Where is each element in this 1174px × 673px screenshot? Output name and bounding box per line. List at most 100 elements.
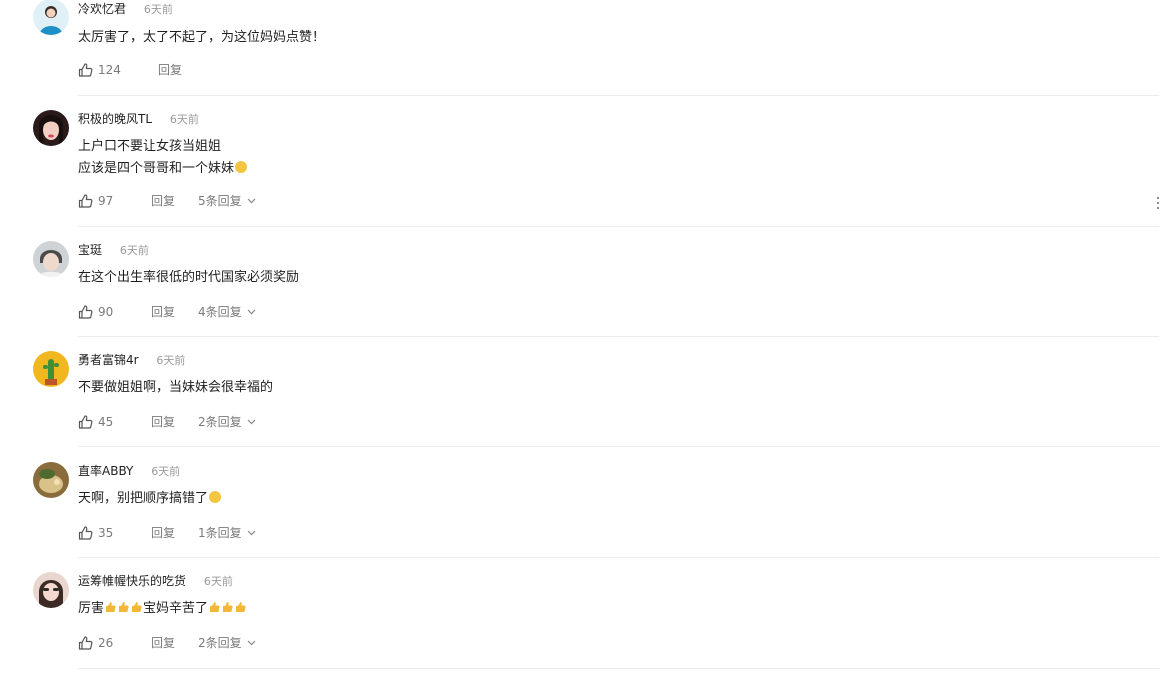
comment-header: 运筹帷幄快乐的吃货 6天前 bbox=[78, 573, 233, 590]
thumbs-up-emoji-icon bbox=[106, 602, 116, 612]
view-replies-button[interactable]: 4条回复 bbox=[198, 304, 256, 320]
like-button[interactable]: 124 bbox=[78, 62, 121, 78]
thumbs-up-icon bbox=[78, 63, 93, 77]
comment-text: 上户口不要让女孩当姐姐 应该是四个哥哥和一个妹妹 bbox=[78, 136, 248, 180]
username[interactable]: 运筹帷幄快乐的吃货 bbox=[78, 574, 186, 588]
comment-header: 冷欢忆君 6天前 bbox=[78, 1, 173, 18]
chevron-down-icon bbox=[247, 419, 256, 425]
like-count: 45 bbox=[98, 415, 114, 429]
like-count: 26 bbox=[98, 636, 114, 650]
timestamp: 6天前 bbox=[156, 354, 186, 367]
comment-line: 不要做姐姐啊，当妹妹会很幸福的 bbox=[78, 380, 274, 395]
reply-count: 2条回复 bbox=[198, 415, 242, 429]
view-replies-button[interactable]: 2条回复 bbox=[198, 635, 256, 651]
chevron-down-icon bbox=[247, 309, 256, 315]
comment-text: 在这个出生率很低的时代国家必须奖励 bbox=[78, 267, 299, 289]
thumbs-up-icon bbox=[78, 415, 93, 429]
timestamp: 6天前 bbox=[143, 3, 173, 16]
avatar-image bbox=[33, 0, 69, 35]
comment-header: 宝珽 6天前 bbox=[78, 242, 149, 259]
thumbs-up-icon bbox=[78, 526, 93, 540]
like-button[interactable]: 35 bbox=[78, 525, 113, 541]
smile-emoji-icon bbox=[209, 491, 222, 503]
dot bbox=[1157, 197, 1159, 199]
comment-header: 勇者富锦4r 6天前 bbox=[78, 352, 185, 369]
avatar[interactable] bbox=[33, 110, 69, 146]
comment-line-with-emoji: 天啊，别把顺序搞错了 bbox=[78, 488, 222, 510]
timestamp: 6天前 bbox=[151, 465, 181, 478]
divider bbox=[78, 557, 1159, 558]
more-vertical-icon[interactable] bbox=[1152, 196, 1164, 210]
reply-button[interactable]: 回复 bbox=[151, 193, 175, 209]
comment-line-with-emoji: 应该是四个哥哥和一个妹妹 bbox=[78, 158, 248, 180]
timestamp: 6天前 bbox=[119, 244, 149, 257]
thumbs-up-icon bbox=[78, 194, 93, 208]
username[interactable]: 勇者富锦4r bbox=[78, 353, 139, 367]
comment-line: 应该是四个哥哥和一个妹妹 bbox=[78, 161, 235, 176]
timestamp: 6天前 bbox=[169, 113, 199, 126]
comment-line: 天啊，别把顺序搞错了 bbox=[78, 491, 209, 506]
thumbs-up-emoji-icon bbox=[236, 602, 246, 612]
avatar[interactable] bbox=[33, 572, 69, 608]
avatar-image bbox=[33, 462, 69, 498]
chevron-down-icon bbox=[247, 198, 256, 204]
thumbs-up-emoji-icon bbox=[132, 602, 142, 612]
divider bbox=[78, 336, 1159, 337]
comment-header: 积极的晚风TL 6天前 bbox=[78, 111, 199, 128]
view-replies-button[interactable]: 1条回复 bbox=[198, 525, 256, 541]
divider bbox=[78, 446, 1159, 447]
comment-list: 冷欢忆君 6天前 太厉害了，太了不起了，为这位妈妈点赞！ 124 回复 积极的晚… bbox=[0, 0, 1174, 673]
like-count: 97 bbox=[98, 194, 114, 208]
divider bbox=[78, 95, 1159, 96]
avatar[interactable] bbox=[33, 351, 69, 387]
reply-button[interactable]: 回复 bbox=[151, 635, 175, 651]
timestamp: 6天前 bbox=[203, 575, 233, 588]
reply-button[interactable]: 回复 bbox=[158, 62, 182, 78]
divider bbox=[78, 226, 1159, 227]
smile-emoji-icon bbox=[235, 161, 248, 173]
dot bbox=[1157, 202, 1159, 204]
like-button[interactable]: 26 bbox=[78, 635, 113, 651]
reply-count: 1条回复 bbox=[198, 526, 242, 540]
divider bbox=[78, 668, 1159, 669]
comment-line: 在这个出生率很低的时代国家必须奖励 bbox=[78, 270, 300, 285]
like-count: 90 bbox=[98, 305, 114, 319]
avatar-image bbox=[33, 110, 69, 146]
username[interactable]: 冷欢忆君 bbox=[78, 2, 126, 16]
comment-line-with-emoji: 厉害 宝妈辛苦了 bbox=[78, 598, 247, 620]
comment-text: 不要做姐姐啊，当妹妹会很幸福的 bbox=[78, 377, 273, 399]
comment-line: 上户口不要让女孩当姐姐 bbox=[78, 139, 222, 154]
thumbs-up-icon bbox=[78, 305, 93, 319]
comment-text: 天啊，别把顺序搞错了 bbox=[78, 488, 222, 510]
avatar[interactable] bbox=[33, 241, 69, 277]
reply-count: 4条回复 bbox=[198, 305, 242, 319]
comment-line: 宝妈辛苦了 bbox=[143, 601, 209, 616]
reply-button[interactable]: 回复 bbox=[151, 304, 175, 320]
avatar-image bbox=[33, 241, 69, 277]
comment-header: 直率ABBY 6天前 bbox=[78, 463, 180, 480]
comment-text: 厉害 宝妈辛苦了 bbox=[78, 598, 247, 620]
username[interactable]: 积极的晚风TL bbox=[78, 112, 152, 126]
comment-line: 太厉害了，太了不起了，为这位妈妈点赞！ bbox=[78, 30, 326, 45]
like-button[interactable]: 90 bbox=[78, 304, 113, 320]
avatar[interactable] bbox=[33, 0, 69, 35]
reply-button[interactable]: 回复 bbox=[151, 414, 175, 430]
username[interactable]: 直率ABBY bbox=[78, 464, 133, 478]
like-count: 35 bbox=[98, 526, 114, 540]
avatar-image bbox=[33, 351, 69, 387]
reply-count: 5条回复 bbox=[198, 194, 242, 208]
view-replies-button[interactable]: 5条回复 bbox=[198, 193, 256, 209]
thumbs-up-emoji-icon bbox=[210, 602, 220, 612]
view-replies-button[interactable]: 2条回复 bbox=[198, 414, 256, 430]
like-count: 124 bbox=[98, 63, 121, 77]
comment-text: 太厉害了，太了不起了，为这位妈妈点赞！ bbox=[78, 27, 325, 49]
username[interactable]: 宝珽 bbox=[78, 243, 102, 257]
reply-button[interactable]: 回复 bbox=[151, 525, 175, 541]
like-button[interactable]: 97 bbox=[78, 193, 113, 209]
chevron-down-icon bbox=[247, 640, 256, 646]
avatar-image bbox=[33, 572, 69, 608]
avatar[interactable] bbox=[33, 462, 69, 498]
comment-line: 厉害 bbox=[78, 601, 105, 616]
like-button[interactable]: 45 bbox=[78, 414, 113, 430]
thumbs-up-emoji-icon bbox=[119, 602, 129, 612]
